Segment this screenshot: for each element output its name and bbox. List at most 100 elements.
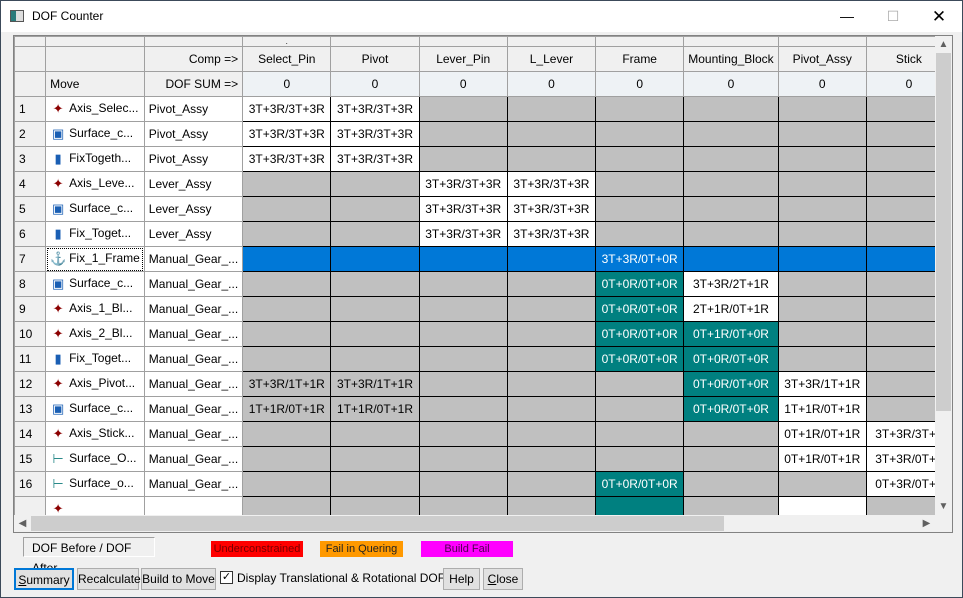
table-row[interactable]: 3 ▮ FixTogeth... Pivot_Assy 3T+3R/3T+3R 3T+3R… — [14, 146, 952, 172]
dof-cell[interactable]: 0T+0R/0T+0R — [595, 346, 685, 372]
close-window-button[interactable]: ✕ — [916, 1, 962, 32]
dof-cell[interactable] — [595, 146, 685, 172]
dof-cell[interactable] — [418, 121, 508, 147]
dof-cell[interactable] — [418, 396, 508, 422]
dof-cell[interactable]: 3T+3R/3T+3R — [242, 146, 332, 172]
dof-cell[interactable] — [418, 296, 508, 322]
table-row[interactable]: 12 ✦ Axis_Pivot... Manual_Gear_... 3T+3R/1T+… — [14, 371, 952, 397]
dof-cell[interactable]: 3T+3R/2T+1R — [683, 271, 779, 297]
move-cell[interactable]: ▣ Surface_c... — [45, 271, 145, 297]
vertical-scrollbar[interactable]: ▲ ▼ — [935, 36, 952, 515]
assembly-cell[interactable]: Lever_Assy — [143, 196, 244, 222]
move-cell[interactable]: ✦ Axis_Selec... — [45, 96, 145, 122]
dof-cell[interactable] — [418, 246, 508, 272]
dof-cell[interactable] — [418, 321, 508, 347]
dof-cell[interactable]: 0T+0R/0T+0R — [683, 371, 779, 397]
table-row[interactable]: 2 ▣ Surface_c... Pivot_Assy 3T+3R/3T+3R 3T+3R… — [14, 121, 952, 147]
assembly-cell[interactable]: Manual_Gear_... — [143, 421, 244, 447]
dof-cell[interactable] — [242, 446, 332, 472]
dof-cell[interactable] — [242, 271, 332, 297]
assembly-cell[interactable]: Manual_Gear_... — [143, 246, 244, 272]
dof-cell[interactable]: 0T+0R/0T+0R — [595, 271, 685, 297]
dof-cell[interactable]: 0T+1R/0T+1R — [777, 446, 867, 472]
move-cell[interactable]: ✦ Axis_2_Bl... — [45, 321, 145, 347]
row-number[interactable]: 16 — [14, 471, 47, 497]
table-row[interactable]: 16 ⊢ Surface_o... Manual_Gear_... 0T+0R/0T+0… — [14, 471, 952, 497]
assembly-cell[interactable]: Manual_Gear_... — [143, 346, 244, 372]
row-number[interactable]: 7 — [14, 246, 47, 272]
table-row[interactable]: 4 ✦ Axis_Leve... Lever_Assy 3T+3R/3T+3R 3T+3R… — [14, 171, 952, 197]
dof-cell[interactable] — [595, 396, 685, 422]
dof-cell[interactable] — [418, 96, 508, 122]
dof-cell[interactable] — [506, 421, 597, 447]
move-cell[interactable]: ✦ Axis_Pivot... — [45, 371, 145, 397]
dof-cell[interactable]: 3T+3R/0T+0R — [595, 246, 685, 272]
row-number[interactable]: 3 — [14, 146, 47, 172]
dof-cell[interactable] — [242, 296, 332, 322]
dof-cell[interactable]: 1T+1R/0T+1R — [777, 396, 867, 422]
dof-cell[interactable] — [683, 96, 779, 122]
display-dof-label[interactable]: Display Translational & Rotational DOF — [237, 571, 445, 585]
dof-cell[interactable] — [418, 271, 508, 297]
table-row[interactable]: 13 ▣ Surface_c... Manual_Gear_... 1T+1R/0T+1… — [14, 396, 952, 422]
row-number[interactable]: 2 — [14, 121, 47, 147]
dof-cell[interactable] — [595, 371, 685, 397]
move-cell[interactable]: ✦ Axis_1_Bl... — [45, 296, 145, 322]
dof-cell[interactable] — [330, 246, 420, 272]
dof-cell[interactable] — [506, 271, 597, 297]
dof-cell[interactable] — [683, 196, 779, 222]
assembly-cell[interactable]: Manual_Gear_... — [143, 396, 244, 422]
dof-cell[interactable] — [242, 321, 332, 347]
assembly-cell[interactable]: Pivot_Assy — [143, 96, 244, 122]
dof-cell[interactable] — [418, 421, 508, 447]
dof-cell[interactable]: 0T+0R/0T+0R — [683, 396, 779, 422]
vertical-scroll-thumb[interactable] — [936, 53, 951, 411]
row-number[interactable]: 11 — [14, 346, 47, 372]
dof-cell[interactable] — [683, 246, 779, 272]
dof-cell[interactable] — [418, 346, 508, 372]
dof-cell[interactable] — [330, 346, 420, 372]
move-cell[interactable]: ⊢ Surface_O... — [45, 446, 145, 472]
dof-cell[interactable] — [242, 346, 332, 372]
table-row[interactable]: 7 ⚓ Fix_1_Frame Manual_Gear_... 3T+3R/0T+0R — [14, 246, 952, 272]
assembly-cell[interactable]: Manual_Gear_... — [143, 271, 244, 297]
build-to-move-button[interactable]: Build to Move — [141, 568, 216, 590]
move-cell[interactable]: ▣ Surface_c... — [45, 396, 145, 422]
dof-cell[interactable] — [595, 171, 685, 197]
dof-cell[interactable] — [777, 196, 867, 222]
assembly-cell[interactable]: Pivot_Assy — [143, 121, 244, 147]
dof-cell[interactable]: 3T+3R/3T+3R — [418, 221, 508, 247]
dof-cell[interactable]: 0T+0R/0T+0R — [595, 321, 685, 347]
minimize-button[interactable]: — — [824, 1, 870, 32]
dof-cell[interactable] — [506, 346, 597, 372]
dof-cell[interactable]: 2T+1R/0T+1R — [683, 296, 779, 322]
scroll-up-icon[interactable]: ▲ — [935, 36, 952, 53]
dof-cell[interactable]: 0T+1R/0T+1R — [777, 421, 867, 447]
dof-cell[interactable] — [595, 421, 685, 447]
dof-cell[interactable] — [777, 346, 867, 372]
move-cell[interactable]: ▮ Fix_Toget... — [45, 221, 145, 247]
dof-cell[interactable] — [506, 396, 597, 422]
dof-cell[interactable]: 3T+3R/3T+3R — [330, 96, 420, 122]
dof-cell[interactable]: 3T+3R/3T+3R — [506, 171, 597, 197]
row-number[interactable]: 12 — [14, 371, 47, 397]
assembly-cell[interactable]: Manual_Gear_... — [143, 471, 244, 497]
table-row[interactable]: 11 ▮ Fix_Toget... Manual_Gear_... 0T+0R/0T+0… — [14, 346, 952, 372]
dof-grid[interactable]: . Comp => Select_Pin Pivot Lever_Pin L_Lever F… — [13, 35, 953, 533]
dof-cell[interactable] — [330, 296, 420, 322]
dof-cell[interactable] — [506, 471, 597, 497]
move-cell[interactable]: ▣ Surface_c... — [45, 121, 145, 147]
component-header[interactable]: Frame — [595, 46, 685, 72]
dof-cell[interactable] — [418, 146, 508, 172]
dof-cell[interactable]: 3T+3R/3T+3R — [330, 146, 420, 172]
component-header[interactable]: Select_Pin — [242, 46, 332, 72]
dof-cell[interactable]: 0T+0R/0T+0R — [595, 296, 685, 322]
horizontal-scroll-thumb[interactable] — [31, 516, 724, 531]
move-cell[interactable]: ▮ Fix_Toget... — [45, 346, 145, 372]
dof-cell[interactable]: 3T+3R/3T+3R — [330, 121, 420, 147]
dof-cell[interactable] — [330, 221, 420, 247]
summary-button[interactable]: Summary — [14, 568, 74, 590]
assembly-cell[interactable]: Pivot_Assy — [143, 146, 244, 172]
row-number[interactable]: 6 — [14, 221, 47, 247]
row-number[interactable]: 13 — [14, 396, 47, 422]
